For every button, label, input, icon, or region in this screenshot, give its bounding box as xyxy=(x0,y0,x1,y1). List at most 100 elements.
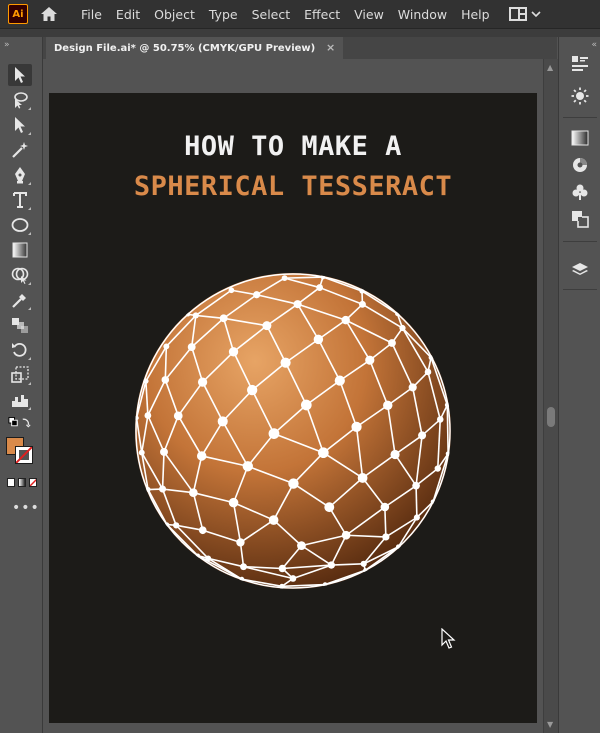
fill-stroke-swatches[interactable] xyxy=(6,437,36,471)
panel-separator xyxy=(563,289,597,290)
document-tab[interactable]: Design File.ai* @ 50.75% (CMYK/GPU Previ… xyxy=(46,37,344,59)
graph-tool-icon[interactable] xyxy=(8,389,32,411)
stroke-swatch[interactable] xyxy=(15,446,33,464)
mesh-node xyxy=(297,541,306,551)
shape-builder-tool-icon[interactable] xyxy=(8,264,32,286)
magic-wand-tool-icon[interactable] xyxy=(8,139,32,161)
properties-icon[interactable] xyxy=(568,53,592,75)
mesh-node xyxy=(351,421,362,432)
collapse-icon[interactable]: « xyxy=(591,40,597,50)
selection-tool-icon[interactable] xyxy=(8,64,32,86)
scale-tool-icon[interactable] xyxy=(8,364,32,386)
mesh-node xyxy=(219,314,228,323)
menu-window[interactable]: Window xyxy=(391,0,454,28)
mesh-node xyxy=(388,339,396,347)
mesh-node xyxy=(318,447,329,459)
mesh-node xyxy=(324,502,335,513)
pathfinder-icon[interactable] xyxy=(568,208,592,230)
menu-view[interactable]: View xyxy=(347,0,391,28)
mesh-node xyxy=(334,375,345,386)
mesh-node xyxy=(192,312,199,319)
color-icon[interactable] xyxy=(568,154,592,176)
mesh-node xyxy=(365,355,375,365)
symbols-icon[interactable] xyxy=(568,181,592,203)
mesh-node xyxy=(240,563,247,571)
rotate-tool-icon[interactable] xyxy=(8,339,32,361)
mesh-node xyxy=(246,384,258,396)
mesh-node xyxy=(412,481,420,490)
mesh-edge xyxy=(164,346,168,380)
type-tool-icon[interactable] xyxy=(8,189,32,211)
mesh-node xyxy=(413,514,420,521)
pen-tool-icon[interactable] xyxy=(8,164,32,186)
geodesic-sphere[interactable] xyxy=(49,93,537,723)
direct-selection-tool-icon[interactable] xyxy=(8,114,32,136)
mesh-node xyxy=(281,275,288,282)
close-icon[interactable]: × xyxy=(326,41,335,54)
color-mode-icon[interactable] xyxy=(7,478,15,487)
gradient-icon[interactable] xyxy=(568,127,592,149)
mesh-node xyxy=(424,368,432,376)
mesh-node xyxy=(289,575,297,582)
color-mode-buttons xyxy=(7,478,37,488)
mesh-node xyxy=(163,343,170,350)
mesh-node xyxy=(228,497,239,508)
menu-object[interactable]: Object xyxy=(147,0,202,28)
mesh-node xyxy=(196,451,207,461)
mesh-node xyxy=(160,447,168,456)
menu-type[interactable]: Type xyxy=(202,0,245,28)
menu-file[interactable]: File xyxy=(74,0,109,28)
appearance-icon[interactable] xyxy=(568,85,592,107)
mesh-node xyxy=(268,428,280,439)
app-logo-text: Ai xyxy=(12,8,24,20)
mesh-node xyxy=(408,383,417,392)
canvas[interactable]: HOW TO MAKE A SPHERICAL TESSERACT xyxy=(43,59,543,733)
vertical-scrollbar[interactable]: ▲ ▼ xyxy=(543,59,558,733)
swap-colors-icon[interactable] xyxy=(8,415,32,431)
menu-effect[interactable]: Effect xyxy=(297,0,347,28)
gradient-tool-icon[interactable] xyxy=(8,239,32,261)
mesh-node xyxy=(161,376,170,384)
panel-separator xyxy=(563,241,597,242)
none-mode-icon[interactable] xyxy=(29,478,37,487)
home-icon[interactable] xyxy=(38,3,60,25)
mesh-node xyxy=(399,324,406,332)
workspace-switcher[interactable] xyxy=(508,7,541,21)
mesh-node xyxy=(197,377,208,387)
mesh-edge xyxy=(284,276,323,279)
mesh-node xyxy=(228,347,239,357)
ellipse-tool-icon[interactable] xyxy=(8,214,32,236)
mesh-node xyxy=(380,502,390,512)
panel-separator xyxy=(563,117,597,118)
layers-icon[interactable] xyxy=(568,259,592,281)
mesh-node xyxy=(138,449,145,456)
menu-edit[interactable]: Edit xyxy=(109,0,147,28)
mesh-edge xyxy=(384,506,387,537)
menu-help[interactable]: Help xyxy=(454,0,497,28)
mesh-node xyxy=(313,334,324,345)
eyedropper-tool-icon[interactable] xyxy=(8,289,32,311)
mesh-node xyxy=(262,321,272,331)
mesh-node xyxy=(278,564,287,573)
mesh-node xyxy=(418,431,427,440)
app-logo: Ai xyxy=(8,4,28,24)
mesh-edge xyxy=(446,404,449,454)
direct-select-lasso-tool-icon[interactable] xyxy=(8,89,32,111)
blend-tool-icon[interactable] xyxy=(8,314,32,336)
mesh-node xyxy=(436,416,444,423)
mesh-node xyxy=(383,400,393,411)
gradient-mode-icon[interactable] xyxy=(18,478,26,487)
artboard[interactable]: HOW TO MAKE A SPHERICAL TESSERACT xyxy=(49,93,537,723)
scroll-up-icon[interactable]: ▲ xyxy=(547,63,553,72)
more-tools-icon[interactable]: ••• xyxy=(12,500,40,516)
mesh-node xyxy=(198,526,207,535)
mesh-node xyxy=(242,461,253,472)
tab-bar: Design File.ai* @ 50.75% (CMYK/GPU Previ… xyxy=(43,37,557,59)
scroll-thumb[interactable] xyxy=(547,407,555,427)
mesh-node xyxy=(360,560,367,567)
mesh-node xyxy=(390,449,400,460)
scroll-down-icon[interactable]: ▼ xyxy=(547,720,553,729)
menu-select[interactable]: Select xyxy=(245,0,298,28)
collapse-icon[interactable]: » xyxy=(4,40,10,50)
tools-panel: » ••• xyxy=(0,37,43,733)
